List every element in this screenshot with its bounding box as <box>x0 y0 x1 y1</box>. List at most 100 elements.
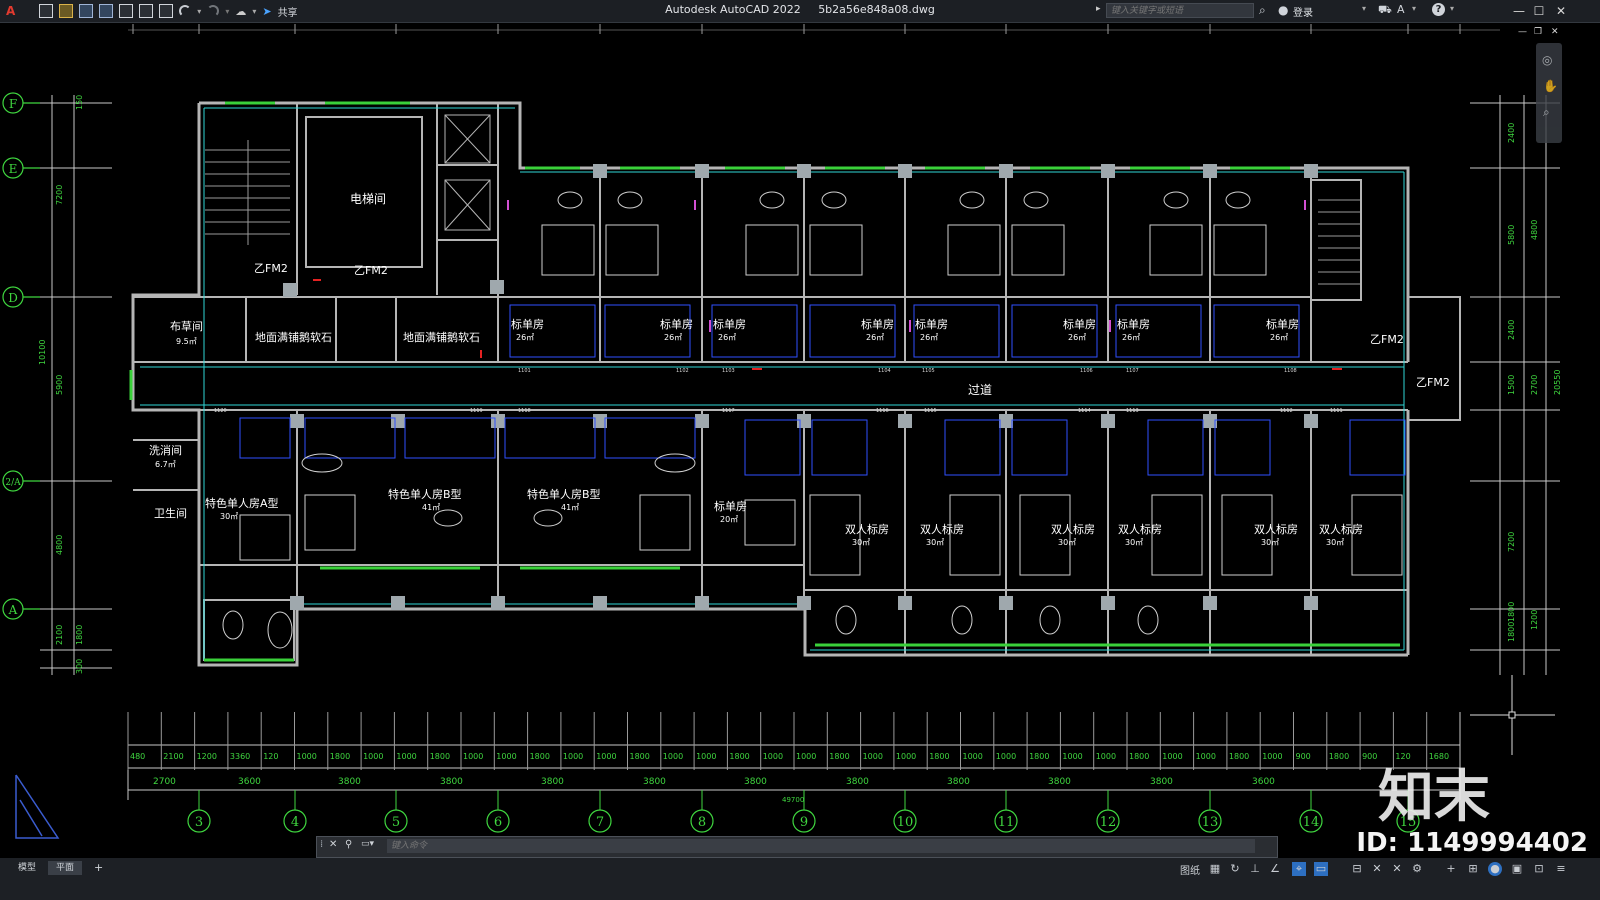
viewport-restore-icon[interactable]: ❐ <box>1534 27 1542 37</box>
navigation-bar[interactable]: ◎ ✋ ⌕ <box>1536 43 1562 143</box>
workspace-gear-icon[interactable]: ⚙ <box>1410 862 1424 876</box>
left-axis-labels: F E D 2/A A <box>5 97 21 617</box>
minimize-button[interactable]: — <box>1510 2 1528 20</box>
dim-label: 1800 <box>1129 752 1149 761</box>
dim-label: 480 <box>130 752 145 761</box>
customize-icon[interactable]: ⚲ <box>345 839 352 850</box>
paper-space-button[interactable]: 图纸 <box>1180 862 1200 877</box>
dim-label: 1000 <box>663 752 683 761</box>
axis-label: 12 <box>1100 815 1117 830</box>
axis-label-e: E <box>9 162 18 176</box>
dim-label: 1800 <box>75 625 84 645</box>
label-double: 双人标房 <box>1319 522 1363 536</box>
label-double: 双人标房 <box>1051 522 1095 536</box>
command-input[interactable] <box>387 839 1255 853</box>
osnap-icon[interactable]: ⌖ <box>1292 862 1306 876</box>
new-file-icon[interactable] <box>39 4 54 18</box>
undo-icon[interactable] <box>179 5 192 17</box>
structural-columns <box>283 164 1318 610</box>
dim-label: 3600 <box>238 777 261 787</box>
pan-icon[interactable]: ✋ <box>1543 79 1558 93</box>
drawing-canvas[interactable]: 150 7200 10100 5900 4800 2100 1800 300 F… <box>0 23 1600 855</box>
isolate-icon[interactable]: ● <box>1488 862 1502 876</box>
dim-label: 3800 <box>1150 777 1173 787</box>
close-button[interactable]: ✕ <box>1552 2 1570 20</box>
dim-label: 2100 <box>55 625 64 645</box>
interior-walls <box>133 103 1461 661</box>
axis-label-d: D <box>8 291 18 305</box>
viewport-minimize-icon[interactable]: — <box>1518 27 1527 37</box>
dim-label: 3800 <box>846 777 869 787</box>
watermark-logo: 知末 <box>1378 765 1490 830</box>
share-button[interactable]: 共享 <box>278 4 298 19</box>
workspace-dropdown-icon[interactable]: ▾ <box>252 7 256 16</box>
dim-label: 2700 <box>153 777 176 787</box>
tab-layout-plan[interactable]: 平面 <box>48 861 83 875</box>
close-command-icon[interactable]: ✕ <box>329 839 337 850</box>
plus-icon[interactable]: + <box>1444 862 1458 876</box>
search-expand-icon[interactable]: ▸ <box>1096 4 1101 14</box>
save-as-icon[interactable] <box>99 4 114 18</box>
help-dropdown-icon[interactable]: ▾ <box>1450 4 1454 13</box>
viewport-close-icon[interactable]: ✕ <box>1551 27 1559 37</box>
polar-icon[interactable]: ∠ <box>1268 862 1282 876</box>
lineweight-icon[interactable]: ⊟ <box>1350 862 1364 876</box>
tab-model[interactable]: 模型 <box>10 861 44 875</box>
dim-label: 1000 <box>696 752 716 761</box>
annotation-scale-icon[interactable]: ✕ <box>1370 862 1384 876</box>
workspace-icon[interactable]: ☁ <box>235 5 246 18</box>
help-icon[interactable]: ? <box>1432 3 1445 16</box>
search-icon[interactable]: ⌕ <box>1259 3 1266 18</box>
open-folder-icon[interactable] <box>59 4 74 18</box>
exchange-dropdown-icon[interactable]: ▾ <box>1412 4 1416 13</box>
zoom-icon[interactable]: ⌕ <box>1543 105 1550 120</box>
snap-icon[interactable]: ↻ <box>1228 862 1242 876</box>
steering-wheel-icon[interactable]: ◎ <box>1542 53 1552 67</box>
dim-label: 2400 <box>1507 123 1516 143</box>
redo-dropdown-icon[interactable]: ▾ <box>225 7 229 16</box>
fullscreen-icon[interactable]: ⊡ <box>1532 862 1546 876</box>
room-number: 1105 <box>922 368 935 374</box>
dim-label: 4800 <box>55 535 64 555</box>
exchange-icon[interactable]: A <box>1397 3 1405 16</box>
label-single: 标单房 <box>861 317 894 331</box>
label-single-south-area: 20㎡ <box>720 515 738 524</box>
customization-menu-icon[interactable]: ≡ <box>1554 862 1568 876</box>
units-icon[interactable]: ⊞ <box>1466 862 1480 876</box>
redo-icon[interactable] <box>207 5 220 17</box>
publish-icon[interactable] <box>139 4 154 18</box>
command-line: ⁞ ✕ ⚲ ▭▾ <box>316 836 1278 858</box>
share-icon[interactable]: ➤ <box>262 5 271 18</box>
label-feature-a: 特色单人房A型 <box>205 496 279 510</box>
annotation-visibility-icon[interactable]: ✕ <box>1390 862 1404 876</box>
axis-label: 6 <box>494 815 502 830</box>
dim-label: 5800 <box>1507 225 1516 245</box>
label-single-area: 26㎡ <box>1068 333 1086 342</box>
plot-preview-icon[interactable] <box>119 4 134 18</box>
cart-icon[interactable]: ⛟ <box>1378 3 1392 18</box>
command-history-icon[interactable]: ▭▾ <box>361 839 374 849</box>
otrack-icon[interactable]: ▭ <box>1314 862 1328 876</box>
login-button[interactable]: 登录 <box>1293 4 1313 19</box>
label-single: 标单房 <box>1063 317 1096 331</box>
dim-label: 1800 <box>1329 752 1349 761</box>
save-icon[interactable] <box>79 4 94 18</box>
label-double: 双人标房 <box>1118 522 1162 536</box>
dim-label: 1000 <box>1162 752 1182 761</box>
login-dropdown-icon[interactable]: ▾ <box>1362 4 1366 13</box>
ortho-icon[interactable]: ⊥ <box>1248 862 1262 876</box>
search-input[interactable] <box>1106 3 1254 18</box>
user-icon[interactable]: ● <box>1278 3 1288 17</box>
axis-label-2a: 2/A <box>5 478 21 488</box>
dim-label: 1000 <box>1062 752 1082 761</box>
undo-dropdown-icon[interactable]: ▾ <box>197 7 201 16</box>
autocad-logo-icon[interactable]: A <box>6 4 15 18</box>
print-icon[interactable] <box>159 4 174 18</box>
hardware-icon[interactable]: ▣ <box>1510 862 1524 876</box>
axis-label-f: F <box>9 97 17 111</box>
add-layout-icon[interactable]: + <box>94 861 103 874</box>
grip-icon[interactable]: ⁞ <box>320 839 323 850</box>
grid-icon[interactable]: ▦ <box>1208 862 1222 876</box>
maximize-button[interactable]: ☐ <box>1530 2 1548 20</box>
top-ruler-ticks <box>128 24 1500 34</box>
